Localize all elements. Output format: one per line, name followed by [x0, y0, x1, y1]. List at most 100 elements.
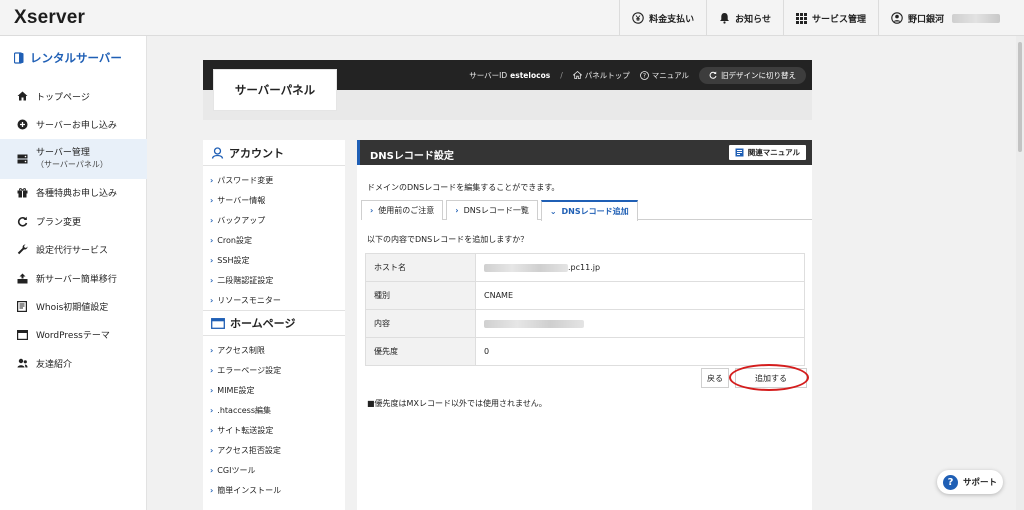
- question-circle-icon: ?: [639, 70, 649, 80]
- sidebar-item-whois[interactable]: Whois初期値設定: [0, 292, 147, 320]
- old-design-button[interactable]: 旧デザインに切り替え: [699, 66, 806, 84]
- refresh-icon: [16, 216, 28, 227]
- menu-item-label: 二段階認証設定: [217, 275, 274, 285]
- redacted-hostname: [484, 263, 568, 272]
- nav-user[interactable]: 野口銀河: [877, 0, 1024, 36]
- nav-service-label: サービス管理: [811, 14, 866, 25]
- xserver-logo[interactable]: Xserver: [14, 7, 85, 29]
- user-icon: [891, 12, 903, 24]
- sidebar-item-label: サーバーお申し込み: [36, 121, 117, 132]
- sidebar-item-benefits[interactable]: 各種特典お申し込み: [0, 179, 147, 207]
- menu-item-htaccess[interactable]: › .htaccess編集: [203, 400, 345, 420]
- add-button[interactable]: 追加する: [735, 368, 807, 388]
- menu-item-easy-install[interactable]: › 簡単インストール: [203, 480, 345, 500]
- sidebar-item-label: トップページ: [36, 92, 90, 103]
- menu-item-access-deny[interactable]: › アクセス拒否設定: [203, 440, 345, 460]
- content-description: ドメインのDNSレコードを編集することができます。: [367, 183, 560, 192]
- menu-item-label: バックアップ: [217, 215, 266, 225]
- sidebar-item-label: サーバー管理: [36, 147, 90, 158]
- row-value: [475, 309, 805, 338]
- table-row: 内容: [365, 309, 805, 338]
- sidebar-item-server-manage[interactable]: サーバー管理 （サーバーパネル）: [0, 138, 147, 179]
- content-header: DNSレコード設定 関連マニュアル: [357, 140, 812, 165]
- related-manual-label: 関連マニュアル: [747, 148, 800, 157]
- chevron-right-icon: ›: [210, 215, 214, 225]
- action-buttons: 戻る 追加する: [357, 364, 812, 391]
- chevron-right-icon: ›: [210, 425, 214, 435]
- sidebar-item-top[interactable]: トップページ: [0, 82, 147, 110]
- chevron-right-icon: ›: [210, 275, 214, 285]
- header-separator: /: [560, 70, 563, 80]
- support-button[interactable]: ? サポート: [937, 470, 1003, 494]
- chevron-right-icon: ›: [210, 175, 214, 185]
- menu-item-redirect[interactable]: › サイト転送設定: [203, 420, 345, 440]
- menu-item-resource-monitor[interactable]: › リソースモニター: [203, 290, 345, 310]
- migrate-icon: [16, 273, 28, 284]
- menu-item-label: SSH設定: [217, 255, 250, 265]
- chevron-right-icon: ›: [210, 195, 214, 205]
- nav-payment-label: 料金支払い: [649, 14, 695, 25]
- chevron-right-icon: ›: [210, 345, 214, 355]
- top-nav: 料金支払い お知らせ サービス管理 野口銀河: [619, 0, 1024, 36]
- nav-service[interactable]: サービス管理: [782, 0, 878, 36]
- menu-item-error-page[interactable]: › エラーページ設定: [203, 360, 345, 380]
- panel-top-label: パネルトップ: [584, 70, 630, 80]
- main-area: サーバーID estelocos / パネルトップ ? マニュアル 旧デザインに切…: [203, 60, 812, 510]
- confirm-text: 以下の内容でDNSレコードを追加しますか？: [367, 235, 529, 244]
- menu-item-server-info[interactable]: › サーバー情報: [203, 190, 345, 210]
- server-icon: [16, 154, 28, 164]
- table-row: ホスト名 .pc11.jp: [365, 253, 805, 282]
- sidebar-item-order[interactable]: サーバーお申し込み: [0, 110, 147, 138]
- panel-title: サーバーパネル: [214, 70, 336, 110]
- plus-circle-icon: [16, 119, 28, 130]
- home-icon: [16, 91, 28, 101]
- row-value: CNAME: [475, 281, 805, 310]
- menu-item-access-limit[interactable]: › アクセス制限: [203, 340, 345, 360]
- page-scrollbar[interactable]: [1016, 36, 1024, 510]
- server-id-label: サーバーID: [469, 70, 508, 80]
- menu-item-ssh[interactable]: › SSH設定: [203, 250, 345, 270]
- scrollbar-thumb[interactable]: [1018, 42, 1022, 152]
- sidebar-item-label: WordPressテーマ: [36, 331, 110, 342]
- tab-label: DNSレコード一覧: [463, 206, 529, 215]
- tab-dns-add[interactable]: ⌄ DNSレコード追加: [540, 200, 638, 221]
- redacted-content: [484, 319, 584, 328]
- tab-precautions[interactable]: › 使用前のご注意: [361, 200, 444, 220]
- related-manual-button[interactable]: 関連マニュアル: [728, 145, 806, 160]
- nav-payment[interactable]: 料金支払い: [619, 0, 706, 36]
- person-icon: [211, 146, 224, 159]
- sidebar-item-setup-service[interactable]: 設定代行サービス: [0, 236, 147, 264]
- sidebar-item-wp-theme[interactable]: WordPressテーマ: [0, 321, 147, 349]
- tab-dns-list[interactable]: › DNSレコード一覧: [446, 200, 538, 220]
- dns-record-panel: DNSレコード設定 関連マニュアル ドメインのDNSレコードを編集することができ…: [357, 140, 812, 510]
- panel-top-link[interactable]: パネルトップ: [572, 70, 630, 81]
- sidebar-item-plan-change[interactable]: プラン変更: [0, 207, 147, 235]
- menu-item-2fa[interactable]: › 二段階認証設定: [203, 270, 345, 290]
- menu-item-password[interactable]: › パスワード変更: [203, 170, 345, 190]
- refresh-icon: [709, 71, 717, 79]
- chevron-right-icon: ›: [455, 206, 459, 215]
- sidebar-item-migration[interactable]: 新サーバー簡単移行: [0, 264, 147, 292]
- chevron-right-icon: ›: [370, 206, 374, 215]
- row-key: 種別: [365, 281, 476, 310]
- nav-news[interactable]: お知らせ: [706, 0, 783, 36]
- grid-icon: [795, 12, 807, 24]
- manual-link[interactable]: ? マニュアル: [639, 70, 689, 81]
- sidebar-item-referral[interactable]: 友達紹介: [0, 349, 147, 377]
- chevron-right-icon: ›: [210, 255, 214, 265]
- chevron-down-icon: ⌄: [549, 207, 557, 216]
- chevron-right-icon: ›: [210, 465, 214, 475]
- sidebar-item-label: Whois初期値設定: [36, 303, 109, 314]
- row-key: 内容: [365, 309, 476, 338]
- hostname-suffix: .pc11.jp: [568, 263, 601, 272]
- menu-section-account: アカウント: [203, 140, 345, 166]
- sidebar-title[interactable]: レンタルサーバー: [14, 50, 122, 66]
- menu-item-cgi[interactable]: › CGIツール: [203, 460, 345, 480]
- menu-item-mime[interactable]: › MIME設定: [203, 380, 345, 400]
- gift-icon: [16, 187, 28, 198]
- back-button[interactable]: 戻る: [701, 368, 729, 388]
- chevron-right-icon: ›: [210, 235, 214, 245]
- menu-item-backup[interactable]: › バックアップ: [203, 210, 345, 230]
- user-id-redacted: [952, 13, 1000, 23]
- menu-item-cron[interactable]: › Cron設定: [203, 230, 345, 250]
